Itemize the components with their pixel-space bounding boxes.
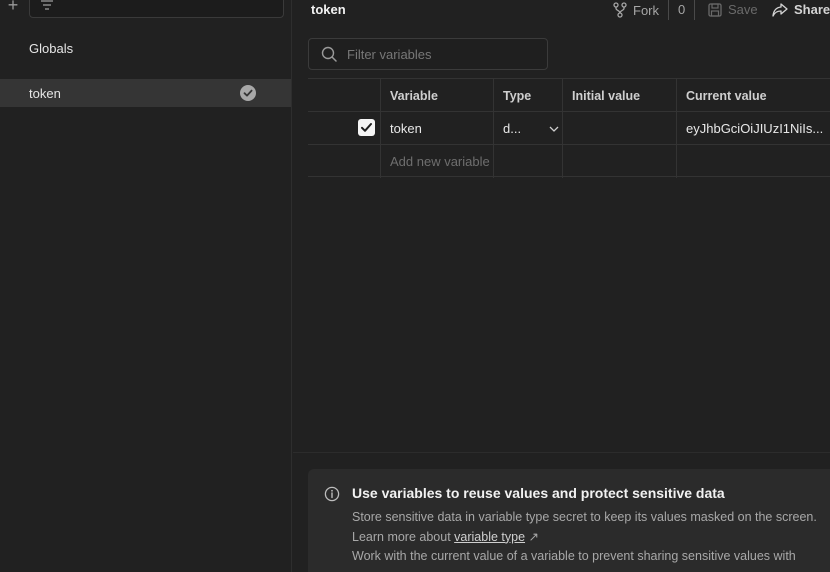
- environment-header: token Fork 0 Save Share: [293, 0, 830, 22]
- active-environment-check-icon[interactable]: [240, 85, 256, 101]
- page-title: token: [311, 2, 346, 17]
- sidebar-filter-button[interactable]: [29, 0, 284, 18]
- chevron-down-icon: [549, 126, 559, 132]
- add-icon[interactable]: +: [4, 0, 22, 14]
- sidebar-item-token[interactable]: token: [0, 79, 291, 107]
- info-icon: [324, 486, 340, 502]
- enable-cell: [308, 112, 380, 145]
- add-new-variable-input[interactable]: Add new variable: [380, 145, 493, 178]
- empty-current-value-cell: [676, 145, 830, 178]
- filter-variables-input[interactable]: [345, 45, 535, 63]
- sidebar: + Globals token: [0, 0, 292, 572]
- enable-variable-checkbox[interactable]: [358, 119, 375, 136]
- empty-type-cell: [493, 145, 562, 178]
- save-button[interactable]: Save: [708, 2, 758, 17]
- column-header-current-value: Current value: [676, 79, 830, 112]
- sidebar-item-label: token: [29, 85, 61, 101]
- sidebar-toolbar: +: [0, 0, 291, 18]
- empty-cell: [308, 145, 380, 178]
- sidebar-item-label: Globals: [29, 40, 74, 56]
- header-divider: [694, 0, 695, 20]
- sidebar-item-globals[interactable]: Globals: [0, 34, 291, 62]
- variable-type-value: d...: [503, 121, 522, 136]
- fork-count: 0: [668, 0, 685, 20]
- info-text: Store sensitive data in variable type se…: [352, 508, 822, 567]
- empty-initial-value-cell: [562, 145, 676, 178]
- variable-type-select[interactable]: d...: [503, 121, 559, 136]
- search-icon: [321, 46, 337, 62]
- initial-value-cell[interactable]: [562, 112, 676, 145]
- info-line1: Store sensitive data in variable type se…: [352, 510, 817, 544]
- variable-name-cell[interactable]: token: [380, 112, 493, 145]
- save-icon: [708, 2, 722, 17]
- fork-icon: [613, 2, 627, 18]
- fork-label: Fork: [633, 2, 659, 18]
- external-link-icon: ↗: [528, 529, 539, 544]
- column-header-variable: Variable: [380, 79, 493, 112]
- filter-variables-field[interactable]: [308, 38, 548, 70]
- select-column-header: [308, 79, 380, 112]
- share-label: Share: [794, 2, 830, 17]
- info-title: Use variables to reuse values and protec…: [352, 485, 725, 501]
- info-banner: Use variables to reuse values and protec…: [308, 469, 830, 572]
- fork-button[interactable]: Fork: [613, 2, 659, 18]
- table-row: token d... eyJhbGciOiJIUzI1NiIs...: [308, 111, 830, 145]
- add-variable-row: Add new variable: [308, 144, 830, 178]
- column-header-type: Type: [493, 79, 562, 112]
- variable-type-cell: d...: [493, 112, 562, 145]
- column-header-initial-value: Initial value: [562, 79, 676, 112]
- variable-type-link[interactable]: variable type: [454, 530, 525, 544]
- current-value-cell[interactable]: eyJhbGciOiJIUzI1NiIs...: [676, 112, 830, 145]
- info-line2: Work with the current value of a variabl…: [352, 549, 796, 563]
- divider: [293, 452, 830, 453]
- share-button[interactable]: Share: [772, 2, 830, 17]
- checkmark-icon: [361, 123, 372, 132]
- variables-table: Variable Type Initial value Current valu…: [308, 78, 830, 178]
- share-icon: [772, 2, 788, 17]
- filter-icon: [41, 0, 53, 10]
- add-new-variable-placeholder: Add new variable: [390, 154, 490, 169]
- table-header-row: Variable Type Initial value Current valu…: [308, 78, 830, 112]
- save-label: Save: [728, 2, 758, 17]
